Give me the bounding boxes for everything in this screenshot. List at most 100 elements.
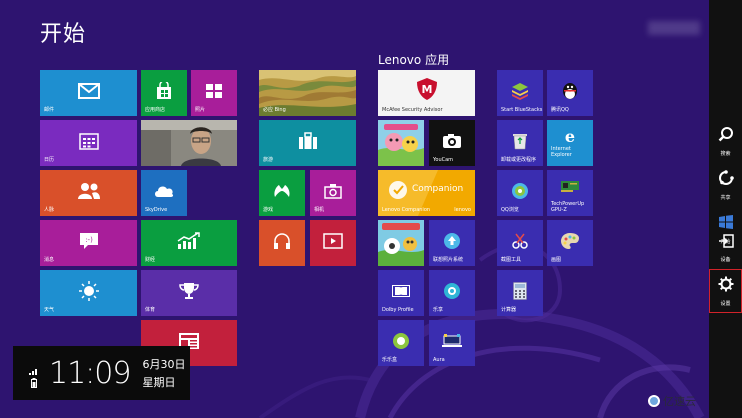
- aura-icon: [442, 333, 462, 349]
- tile-qq-browser[interactable]: QQ浏览: [497, 170, 543, 216]
- companion-logo-text: Companion: [412, 184, 464, 194]
- charm-settings[interactable]: 设置: [709, 269, 742, 313]
- charm-share[interactable]: 共享: [709, 163, 742, 207]
- tile-label: 消息: [44, 257, 55, 263]
- tile-music[interactable]: [259, 220, 305, 266]
- headphones-icon: [272, 232, 292, 250]
- tile-bluestacks[interactable]: Start BlueStacks: [497, 70, 543, 116]
- tile-screenshot[interactable]: 截图工具: [497, 220, 543, 266]
- tile-mcafee[interactable]: M McAfee Security Advisor: [378, 70, 475, 116]
- tile-kids-game[interactable]: [378, 220, 424, 266]
- gear-icon: [718, 276, 734, 297]
- tile-qq[interactable]: 腾讯QQ: [547, 70, 593, 116]
- tile-uninstall[interactable]: 卸载或更改程序: [497, 120, 543, 166]
- camera-icon: [324, 183, 342, 199]
- tile-dolby[interactable]: Dolby Profile: [378, 270, 424, 316]
- tile-label: 乐享: [433, 307, 444, 313]
- tile-label: 腾讯QQ: [551, 107, 569, 113]
- message-icon: :-): [79, 232, 99, 250]
- tile-calc[interactable]: 计算器: [497, 270, 543, 316]
- mail-icon: [77, 82, 100, 99]
- clock-panel: 11:09 6月30日 星期日: [13, 346, 190, 400]
- tile-label: 照片: [195, 107, 206, 113]
- tile-leshang[interactable]: 乐乐盒: [378, 320, 424, 366]
- tile-label: Aura: [433, 357, 445, 363]
- charm-label: 共享: [720, 194, 731, 201]
- trophy-icon: [179, 282, 199, 300]
- tile-label: McAfee Security Advisor: [382, 107, 443, 113]
- photos-icon: [205, 83, 223, 99]
- tile-label: 乐乐盒: [382, 357, 398, 363]
- clock-weekday: 星期日: [142, 376, 176, 389]
- tile-travel[interactable]: 旅游: [259, 120, 356, 166]
- tile-label: SkyDrive: [145, 207, 168, 213]
- tile-label: Start BlueStacks: [501, 107, 543, 113]
- charm-label: 搜索: [720, 150, 731, 157]
- penguin-icon: [561, 81, 579, 101]
- tile-calendar[interactable]: 日历: [40, 120, 137, 166]
- charm-label: 设备: [720, 256, 731, 263]
- tile-lenovo-cloud[interactable]: 联想照片系统: [429, 220, 475, 266]
- tile-finance[interactable]: 财经: [141, 220, 237, 266]
- tile-weather[interactable]: 天气: [40, 270, 137, 316]
- green-app-icon: [392, 332, 410, 350]
- cloud-icon: [153, 184, 175, 198]
- tile-label: 应用商店: [145, 107, 166, 113]
- lenovo-brand-text: lenovo: [454, 207, 471, 213]
- dolby-icon: [392, 284, 410, 297]
- clock-time: 11:09: [49, 355, 131, 391]
- tile-ie[interactable]: e Internet Explorer: [547, 120, 593, 166]
- calendar-icon: [78, 132, 99, 150]
- tile-lenovo-companion[interactable]: Companion lenovo Lenovo Companion: [378, 170, 475, 216]
- finance-chart-icon: [177, 231, 201, 250]
- tile-youcam[interactable]: YouCam: [429, 120, 475, 166]
- suitcase-icon: [298, 131, 318, 150]
- person-photo: [141, 120, 237, 166]
- tile-label: 卸载或更改程序: [501, 157, 537, 163]
- tile-skydrive[interactable]: SkyDrive: [141, 170, 187, 216]
- charm-devices[interactable]: 设备: [709, 226, 742, 270]
- svg-text::-): :-): [85, 236, 93, 244]
- cloud-upload-icon: [442, 232, 462, 250]
- charm-search[interactable]: 搜索: [709, 119, 742, 163]
- tile-label: QQ浏览: [501, 207, 519, 213]
- tile-photos[interactable]: 照片: [191, 70, 237, 116]
- tile-camera[interactable]: 相机: [310, 170, 356, 216]
- tile-mail[interactable]: 邮件: [40, 70, 137, 116]
- watermark-text: 亿速云: [663, 395, 696, 408]
- sun-icon: [78, 280, 100, 302]
- tile-paint[interactable]: 画图: [547, 220, 593, 266]
- store-icon: [155, 81, 173, 100]
- tile-aura[interactable]: Aura: [429, 320, 475, 366]
- tile-label: Internet Explorer: [551, 146, 572, 158]
- tile-people[interactable]: 人脉: [40, 170, 137, 216]
- browser-globe-icon: [511, 182, 529, 200]
- tile-video[interactable]: [310, 220, 356, 266]
- tile-label: 游戏: [263, 207, 274, 213]
- tile-store[interactable]: 应用商店: [141, 70, 187, 116]
- tile-gpuz[interactable]: TechPowerUp GPU-Z: [547, 170, 593, 216]
- devices-icon: [718, 233, 734, 253]
- charms-bar: 搜索 共享 开始 设备 设置: [709, 0, 742, 418]
- tile-bing[interactable]: 必应 Bing: [259, 70, 356, 116]
- paint-palette-icon: [560, 232, 580, 250]
- tile-label: Lenovo Companion: [382, 207, 431, 213]
- circle-app-icon: [443, 282, 461, 300]
- tile-label: 人脉: [44, 207, 55, 213]
- tile-ledong[interactable]: 乐享: [429, 270, 475, 316]
- tile-kids-app[interactable]: [378, 120, 424, 166]
- watermark-logo-icon: [648, 395, 660, 407]
- tile-sports[interactable]: 体育: [141, 270, 237, 316]
- tile-messaging[interactable]: :-) 消息: [40, 220, 137, 266]
- clock-date: 6月30日 星期日: [142, 356, 185, 390]
- clock-date-day: 6月30日: [142, 358, 186, 371]
- group-title-lenovo: Lenovo 应用: [378, 53, 450, 67]
- tile-label: 计算器: [501, 307, 517, 313]
- blurred-region: [648, 21, 700, 35]
- tile-label: 必应 Bing: [263, 107, 286, 113]
- scissors-icon: [511, 232, 529, 250]
- tile-games[interactable]: 游戏: [259, 170, 305, 216]
- share-icon: [718, 169, 734, 191]
- search-icon: [718, 126, 734, 147]
- tile-camera-photo[interactable]: [141, 120, 237, 166]
